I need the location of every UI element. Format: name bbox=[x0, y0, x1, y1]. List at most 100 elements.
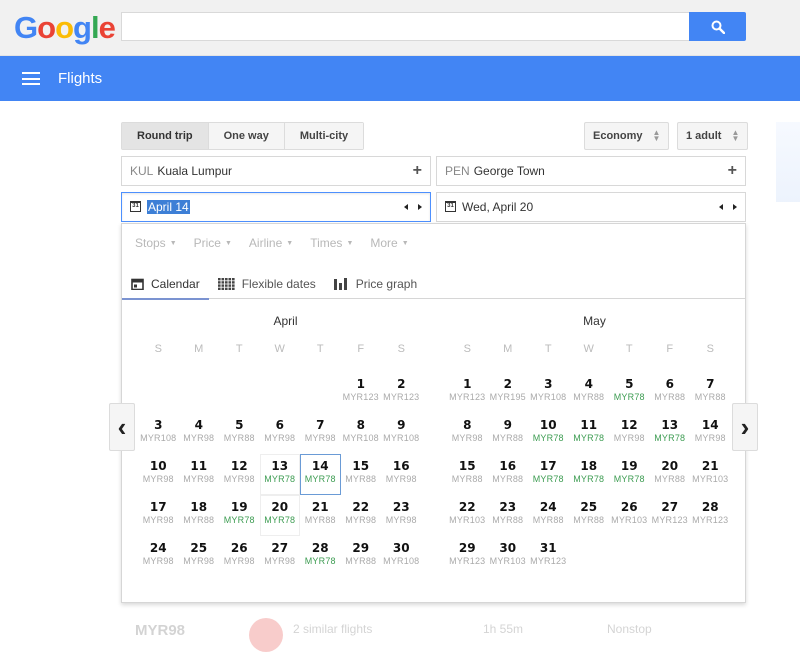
day-number: 16 bbox=[392, 459, 410, 473]
calendar-day[interactable]: 14 MYR98 bbox=[690, 413, 731, 454]
calendar-day[interactable]: 1 MYR123 bbox=[447, 372, 488, 413]
calendar-day[interactable]: 8 MYR108 bbox=[341, 413, 382, 454]
calendar-day[interactable]: 30 MYR103 bbox=[488, 536, 529, 577]
passengers-select[interactable]: 1 adult ▲ ▼ bbox=[677, 122, 749, 150]
day-price: MYR98 bbox=[264, 433, 296, 443]
calendar-day[interactable]: 28 MYR123 bbox=[690, 495, 731, 536]
filter-stops[interactable]: Stops ▼ bbox=[135, 236, 177, 250]
calendar-day[interactable]: 17 MYR78 bbox=[528, 454, 569, 495]
calendar-day[interactable]: 11 MYR78 bbox=[569, 413, 610, 454]
calendar-day[interactable]: 13 MYR78 bbox=[650, 413, 691, 454]
search-input[interactable] bbox=[121, 12, 689, 41]
previous-day-icon[interactable] bbox=[719, 204, 723, 210]
next-day-icon[interactable] bbox=[418, 204, 422, 210]
calendar-day[interactable]: 7 MYR98 bbox=[300, 413, 341, 454]
calendar-day[interactable]: 5 MYR88 bbox=[219, 413, 260, 454]
calendar-day[interactable]: 28 MYR78 bbox=[300, 536, 341, 577]
calendar-day[interactable]: 3 MYR108 bbox=[528, 372, 569, 413]
calendar-day[interactable]: 10 MYR78 bbox=[528, 413, 569, 454]
calendar-icon: 31 bbox=[445, 201, 456, 212]
calendar-day[interactable]: 30 MYR108 bbox=[381, 536, 422, 577]
calendar-day[interactable]: 9 MYR88 bbox=[488, 413, 529, 454]
calendar-day[interactable]: 8 MYR98 bbox=[447, 413, 488, 454]
calendar-day[interactable]: 17 MYR98 bbox=[138, 495, 179, 536]
calendar-day[interactable]: 23 MYR88 bbox=[488, 495, 529, 536]
calendar-day[interactable]: 25 MYR98 bbox=[179, 536, 220, 577]
previous-day-icon[interactable] bbox=[404, 204, 408, 210]
calendar-day[interactable]: 19 MYR78 bbox=[219, 495, 260, 536]
calendar-day[interactable]: 6 MYR98 bbox=[260, 413, 301, 454]
calendar-day[interactable]: 6 MYR88 bbox=[650, 372, 691, 413]
calendar-day[interactable]: 13 MYR78 bbox=[259, 454, 300, 495]
calendar-day[interactable]: 27 MYR123 bbox=[650, 495, 691, 536]
calendar-day[interactable]: 2 MYR195 bbox=[488, 372, 529, 413]
calendar-day[interactable]: 16 MYR98 bbox=[381, 454, 422, 495]
origin-field[interactable]: KUL Kuala Lumpur + bbox=[121, 156, 431, 186]
calendar-day[interactable]: 21 MYR88 bbox=[300, 495, 341, 536]
calendar-day[interactable]: 24 MYR98 bbox=[138, 536, 179, 577]
calendar-day[interactable]: 20 MYR88 bbox=[650, 454, 691, 495]
tab-calendar[interactable]: Calendar bbox=[122, 269, 209, 300]
calendar-day[interactable]: 23 MYR98 bbox=[381, 495, 422, 536]
trip-type-round-trip[interactable]: Round trip bbox=[122, 123, 209, 149]
calendar-day[interactable]: 27 MYR98 bbox=[260, 536, 301, 577]
calendar-day[interactable]: 14 MYR78 bbox=[300, 454, 341, 495]
google-logo[interactable]: Google bbox=[14, 10, 116, 46]
calendar-day[interactable]: 16 MYR88 bbox=[488, 454, 529, 495]
tab-flexible-dates[interactable]: Flexible dates bbox=[209, 269, 325, 299]
calendar-day[interactable]: 18 MYR88 bbox=[179, 495, 220, 536]
calendar-day[interactable]: 22 MYR98 bbox=[341, 495, 382, 536]
calendar-day[interactable]: 21 MYR103 bbox=[690, 454, 731, 495]
cabin-class-select[interactable]: Economy ▲ ▼ bbox=[584, 122, 670, 150]
calendar-day[interactable]: 25 MYR88 bbox=[569, 495, 610, 536]
weekday-label: M bbox=[503, 343, 513, 355]
filter-price[interactable]: Price ▼ bbox=[194, 236, 232, 250]
tab-price-graph[interactable]: Price graph bbox=[325, 269, 426, 299]
next-month-button[interactable]: › bbox=[732, 403, 758, 451]
calendar-day[interactable]: 26 MYR103 bbox=[609, 495, 650, 536]
search-button[interactable] bbox=[689, 12, 746, 41]
filter-times[interactable]: Times ▼ bbox=[310, 236, 353, 250]
trip-type-multi-city[interactable]: Multi-city bbox=[284, 123, 364, 149]
calendar-day[interactable]: 15 MYR88 bbox=[341, 454, 382, 495]
calendar-day[interactable]: 9 MYR108 bbox=[381, 413, 422, 454]
calendar-day[interactable]: 5 MYR78 bbox=[609, 372, 650, 413]
weekday-label: T bbox=[235, 343, 243, 355]
calendar-day[interactable]: 20 MYR78 bbox=[259, 495, 300, 536]
add-destination-icon[interactable]: + bbox=[728, 162, 737, 180]
add-origin-icon[interactable]: + bbox=[413, 162, 422, 180]
filter-airline[interactable]: Airline ▼ bbox=[249, 236, 293, 250]
calendar-day[interactable]: 4 MYR88 bbox=[569, 372, 610, 413]
previous-month-button[interactable]: ‹ bbox=[109, 403, 135, 451]
calendar-day[interactable]: 19 MYR78 bbox=[609, 454, 650, 495]
calendar-day[interactable]: 24 MYR88 bbox=[528, 495, 569, 536]
calendar-day[interactable]: 18 MYR78 bbox=[569, 454, 610, 495]
calendar-day[interactable]: 1 MYR123 bbox=[341, 372, 382, 413]
trip-type-one-way[interactable]: One way bbox=[208, 123, 285, 149]
calendar-day[interactable]: 22 MYR103 bbox=[447, 495, 488, 536]
calendar-day[interactable]: 12 MYR98 bbox=[609, 413, 650, 454]
calendar-day[interactable]: 4 MYR98 bbox=[179, 413, 220, 454]
calendar-day[interactable]: 29 MYR88 bbox=[341, 536, 382, 577]
hamburger-menu-icon[interactable] bbox=[22, 72, 40, 85]
result-row[interactable]: MYR98 2 similar flights 1h 55m Nonstop bbox=[121, 610, 746, 654]
calendar-day[interactable]: 2 MYR123 bbox=[381, 372, 422, 413]
calendar-day[interactable]: 7 MYR88 bbox=[690, 372, 731, 413]
destination-field[interactable]: PEN George Town + bbox=[436, 156, 746, 186]
calendar-day[interactable]: 10 MYR98 bbox=[138, 454, 179, 495]
calendar-day[interactable]: 29 MYR123 bbox=[447, 536, 488, 577]
calendar-day[interactable]: 3 MYR108 bbox=[138, 413, 179, 454]
calendar-day[interactable]: 26 MYR98 bbox=[219, 536, 260, 577]
up-down-icon: ▲ ▼ bbox=[731, 128, 740, 143]
calendar-day[interactable]: 12 MYR98 bbox=[219, 454, 260, 495]
calendar-day[interactable]: 11 MYR98 bbox=[179, 454, 220, 495]
filter-more[interactable]: More ▼ bbox=[370, 236, 408, 250]
day-price: MYR98 bbox=[345, 515, 377, 525]
calendar-day[interactable]: 31 MYR123 bbox=[528, 536, 569, 577]
depart-date-field[interactable]: 31 April 14 bbox=[121, 192, 431, 222]
return-date-field[interactable]: 31 Wed, April 20 bbox=[436, 192, 746, 222]
next-day-icon[interactable] bbox=[733, 204, 737, 210]
calendar-day[interactable]: 15 MYR88 bbox=[447, 454, 488, 495]
side-image bbox=[776, 122, 800, 202]
airline-logo bbox=[249, 618, 283, 652]
